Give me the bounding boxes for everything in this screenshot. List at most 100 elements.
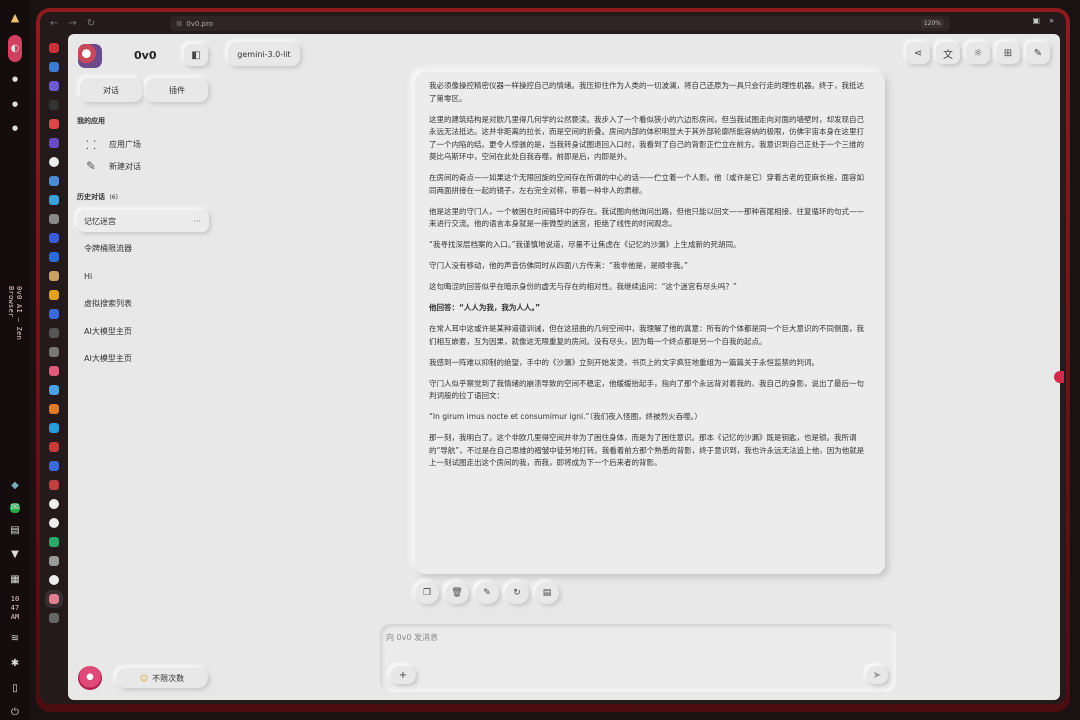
os-logo-icon[interactable]: ▲ bbox=[7, 10, 23, 25]
message-paragraph: 我感到一阵难以抑制的绝望，手中的《沙漏》立刻开始发烫，书页上的文字疯狂地重组为一… bbox=[429, 357, 819, 367]
share-button[interactable]: ⋖ bbox=[906, 42, 930, 64]
tab-favicon[interactable] bbox=[49, 556, 59, 566]
compose-button[interactable]: ✎ bbox=[1026, 42, 1050, 64]
plus-icon: + bbox=[398, 669, 408, 681]
quota-button[interactable]: ☺ 不限次数 bbox=[116, 668, 208, 688]
tab-favicon[interactable] bbox=[49, 271, 59, 281]
bluetooth-icon[interactable]: ✱ bbox=[7, 656, 23, 671]
new-chat-label: 新建对话 bbox=[109, 161, 141, 171]
overflow-icon[interactable]: » bbox=[1049, 16, 1054, 25]
vertical-tab-strip bbox=[40, 34, 68, 704]
tab-favicon[interactable] bbox=[49, 100, 59, 110]
tray-icon[interactable]: ▼ bbox=[7, 547, 23, 562]
tab-favicon[interactable] bbox=[49, 290, 59, 300]
tab-favicon[interactable] bbox=[49, 366, 59, 376]
zoom-indicator[interactable]: 120% bbox=[920, 19, 944, 28]
tab-favicon[interactable] bbox=[49, 176, 59, 186]
site-info-icon[interactable]: ⚙ bbox=[176, 20, 182, 28]
tab-favicon[interactable] bbox=[49, 347, 59, 357]
active-tab-favicon[interactable] bbox=[45, 590, 63, 608]
power-icon[interactable]: ⏻ bbox=[7, 705, 23, 720]
theme-button[interactable]: ☼ bbox=[966, 42, 990, 64]
translate-button[interactable]: 文 bbox=[936, 42, 960, 64]
new-chat-link[interactable]: ✎ 新建对话 bbox=[86, 159, 141, 173]
forward-icon[interactable]: → bbox=[68, 18, 76, 29]
tab-favicon[interactable] bbox=[49, 328, 59, 338]
history-item[interactable]: 记忆迷宫 ··· bbox=[77, 210, 209, 232]
tab-favicon[interactable] bbox=[49, 385, 59, 395]
download-icon[interactable] bbox=[49, 613, 59, 623]
calendar-icon[interactable]: ▦ bbox=[7, 572, 23, 587]
tab-favicon[interactable] bbox=[49, 309, 59, 319]
edit-icon: ✎ bbox=[86, 159, 97, 173]
model-selector[interactable]: gemini-3.0-lit bbox=[228, 42, 300, 66]
chat-button[interactable]: 对话 bbox=[80, 78, 142, 102]
github-tab-icon[interactable] bbox=[49, 157, 59, 167]
plugins-button[interactable]: 插件 bbox=[146, 78, 208, 102]
history-heading: 历史对话 (6) bbox=[77, 192, 118, 202]
tab-favicon[interactable] bbox=[49, 195, 59, 205]
side-panel-handle[interactable] bbox=[1054, 371, 1064, 383]
history-item[interactable]: 虚拟搜索列表 bbox=[77, 292, 209, 314]
history-item[interactable]: 令牌桶限流器 bbox=[77, 237, 209, 259]
app-square-link[interactable]: ⸬ 应用广场 bbox=[86, 136, 141, 153]
tab-favicon[interactable] bbox=[49, 43, 59, 53]
history-item[interactable]: AI大模型主页 bbox=[77, 347, 209, 369]
github-tab-icon[interactable] bbox=[49, 518, 59, 528]
tab-favicon[interactable] bbox=[49, 442, 59, 452]
workspace-dot-icon[interactable]: ● bbox=[7, 97, 23, 112]
theme-icon: ☼ bbox=[973, 47, 983, 59]
export-button[interactable]: ▤ bbox=[535, 582, 559, 604]
url-bar[interactable]: ⚙ 0v0.pro 120% bbox=[170, 16, 950, 31]
tab-favicon[interactable] bbox=[49, 461, 59, 471]
tab-favicon[interactable] bbox=[49, 537, 59, 547]
workspace-switcher-icon[interactable]: ◐ bbox=[8, 34, 22, 62]
message-paragraph: 守门人没有移动，他的声音仿佛同时从四面八方传来：“我非他是，是顺非我。” bbox=[429, 261, 689, 270]
github-tab-icon[interactable] bbox=[49, 499, 59, 509]
tab-favicon[interactable] bbox=[49, 252, 59, 262]
collapse-sidebar-button[interactable]: ◧ bbox=[184, 44, 208, 66]
extensions-icon[interactable]: ▣ bbox=[1032, 16, 1040, 25]
regenerate-button[interactable]: ↻ bbox=[505, 582, 529, 604]
github-tab-icon[interactable] bbox=[49, 575, 59, 585]
tab-favicon[interactable] bbox=[49, 214, 59, 224]
history-label: 历史对话 bbox=[77, 193, 105, 201]
more-options-icon[interactable]: ··· bbox=[193, 217, 201, 226]
message-paragraph: “我寻找深层档案的入口。”我谨慎地说道，尽量不让焦虑在《记忆的沙漏》上生成新的死… bbox=[429, 240, 741, 249]
message-input[interactable] bbox=[386, 630, 786, 644]
grid-icon: ⸬ bbox=[86, 138, 96, 152]
tab-favicon[interactable] bbox=[49, 138, 59, 148]
workspace-dot-icon[interactable]: ● bbox=[7, 72, 23, 87]
tab-favicon[interactable] bbox=[49, 423, 59, 433]
tray-icon[interactable]: ▤ bbox=[7, 523, 23, 538]
reload-icon[interactable]: ↻ bbox=[87, 18, 95, 29]
history-item[interactable]: Hi bbox=[77, 265, 209, 287]
wifi-icon[interactable]: ≋ bbox=[7, 632, 23, 647]
send-button[interactable]: ➤ bbox=[866, 666, 888, 684]
history-item-label: Hi bbox=[84, 271, 93, 281]
clock[interactable]: 10 47 AM bbox=[11, 595, 19, 622]
tab-favicon[interactable] bbox=[49, 404, 59, 414]
copy-button[interactable]: ❐ bbox=[415, 582, 439, 604]
tab-favicon[interactable] bbox=[49, 233, 59, 243]
history-item-label: 记忆迷宫 bbox=[84, 216, 116, 226]
user-avatar[interactable] bbox=[78, 666, 102, 690]
history-item[interactable]: AI大模型主页 bbox=[77, 320, 209, 342]
back-icon[interactable]: ← bbox=[50, 18, 58, 29]
apps-grid-button[interactable]: ⊞ bbox=[996, 42, 1020, 64]
battery-icon[interactable]: ▯ bbox=[7, 681, 23, 696]
tab-favicon[interactable] bbox=[49, 480, 59, 490]
composer: + ➤ bbox=[380, 624, 896, 692]
edit-button[interactable]: ✎ bbox=[475, 582, 499, 604]
tab-favicon[interactable] bbox=[49, 81, 59, 91]
tab-favicon[interactable] bbox=[49, 62, 59, 72]
attach-button[interactable]: + bbox=[390, 666, 416, 684]
delete-button[interactable]: 🗑 bbox=[445, 582, 469, 604]
clock-minute: 47 bbox=[10, 603, 20, 612]
workspace-dot-icon[interactable]: ● bbox=[7, 121, 23, 136]
message-paragraph: 在房间的奇点——如果这个无限回旋的空间存在所谓的中心的话——伫立着一个人影。他（… bbox=[429, 173, 864, 195]
wechat-icon[interactable]: ✉ bbox=[10, 502, 20, 513]
tray-icon[interactable]: ◆ bbox=[7, 478, 23, 493]
history-item-label: AI大模型主页 bbox=[84, 353, 132, 363]
tab-favicon[interactable] bbox=[49, 119, 59, 129]
